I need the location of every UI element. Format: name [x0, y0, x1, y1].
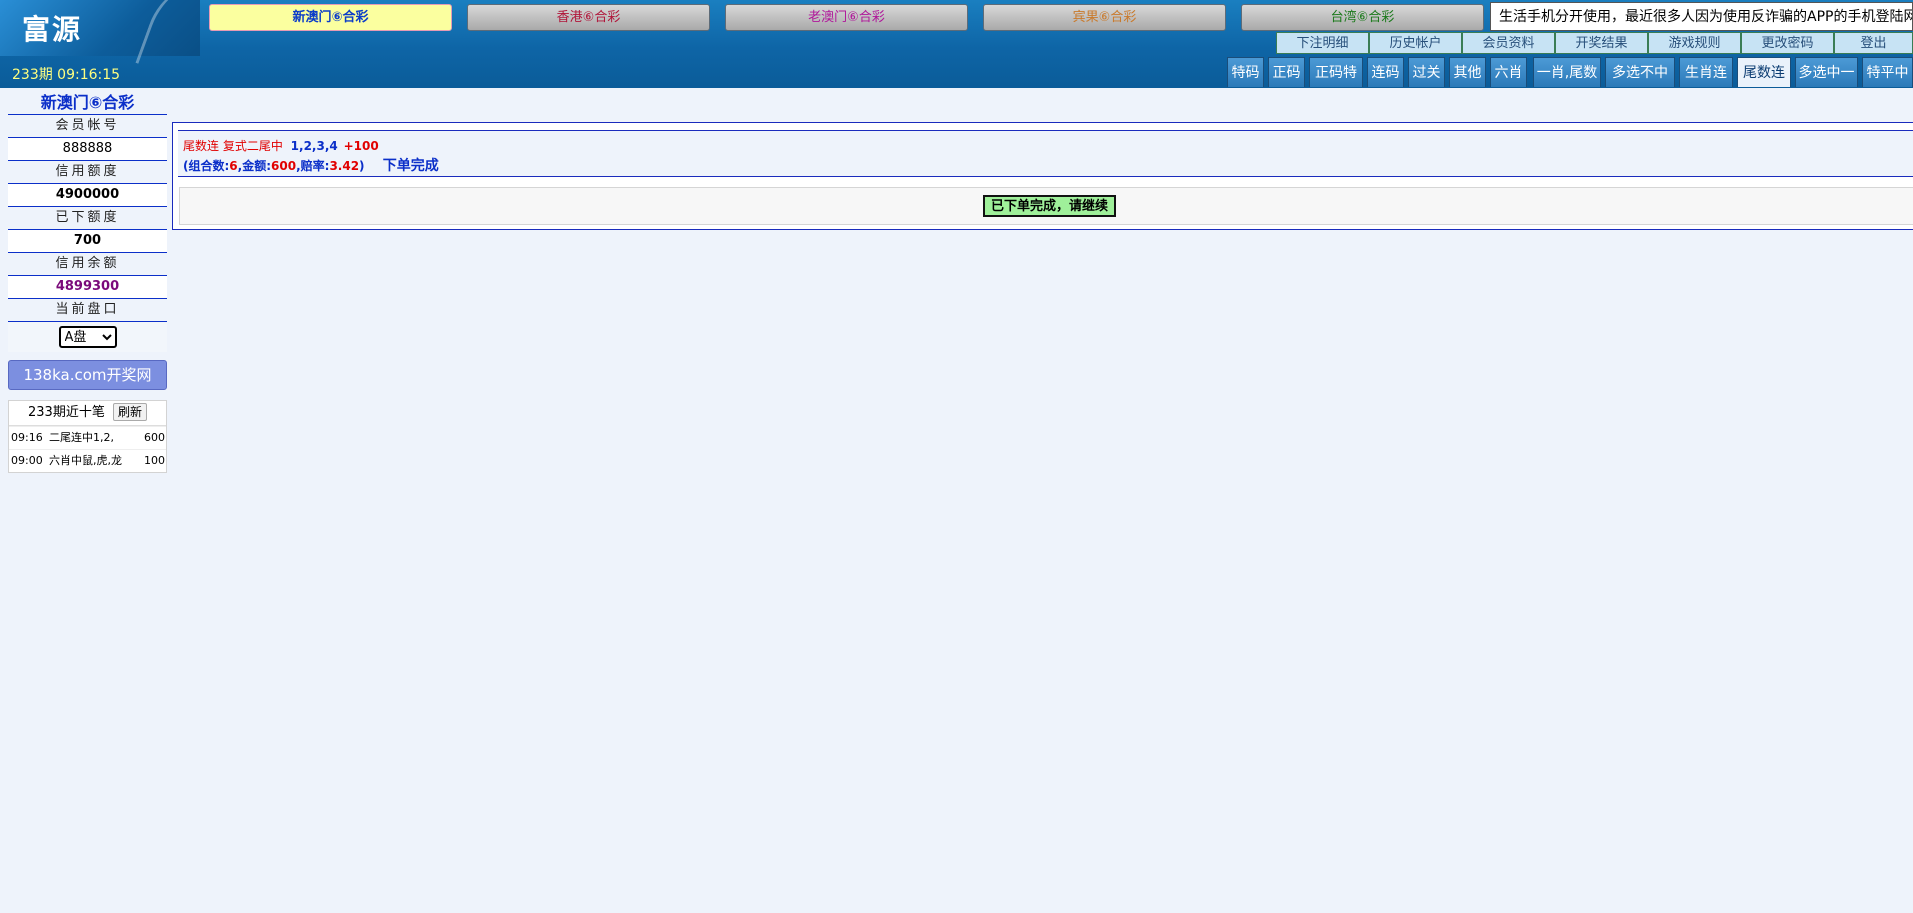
bet-numbers: 1,2,3,4 — [290, 139, 338, 153]
tab-main-code[interactable]: 正码 — [1268, 57, 1305, 87]
balance-label: 信用余额 — [8, 253, 167, 276]
link-change-password[interactable]: 更改密码 — [1741, 32, 1834, 54]
recent-time: 09:00 — [11, 454, 43, 467]
link-member-info[interactable]: 会员资料 — [1462, 32, 1555, 54]
plate-label: 当前盘口 — [8, 299, 167, 322]
recent-bets: 233期近十笔 刷新 09:16 二尾连中1,2, 600 09:00 六肖中鼠… — [8, 400, 167, 473]
bet-amount: +100 — [343, 139, 379, 153]
lottery-tab-hongkong[interactable]: 香港⑥合彩 — [467, 4, 710, 31]
recent-header: 233期近十笔 刷新 — [9, 401, 166, 426]
continue-button[interactable]: 已下单完成，请继续 — [983, 195, 1117, 217]
credit-value: 4900000 — [8, 184, 167, 207]
draw-site-button[interactable]: 138ka.com开奖网 — [8, 360, 167, 390]
balance-value: 4899300 — [8, 276, 167, 299]
refresh-button[interactable]: 刷新 — [112, 403, 147, 421]
money-value: 600 — [271, 159, 297, 173]
recent-time: 09:16 — [11, 431, 43, 444]
logo-area: 富源 — [0, 0, 200, 56]
bet-summary-line: 尾数连 复式二尾中 1,2,3,4 +100 — [183, 137, 379, 154]
combo-value: 6 — [229, 159, 238, 173]
period-time: 233期 09:16:15 — [12, 67, 121, 83]
tab-one-zodiac-tail[interactable]: 一肖,尾数 — [1533, 57, 1601, 87]
tab-parlay[interactable]: 过关 — [1408, 57, 1445, 87]
plate-select[interactable]: A盘 — [58, 326, 117, 348]
tab-zodiac-linked[interactable]: 生肖连 — [1679, 57, 1733, 87]
recent-desc: 六肖中鼠,虎,龙 — [49, 454, 122, 467]
account-value: 888888 — [8, 138, 167, 161]
combo-label: (组合数: — [183, 159, 230, 173]
recent-amount: 600 — [144, 431, 165, 444]
account-label: 会员帐号 — [8, 115, 167, 138]
bet-detail-line: (组合数:6,金额:600,赔率:3.42) 下单完成 — [183, 155, 439, 175]
continue-area: 已下单完成，请继续 — [179, 187, 1913, 225]
tab-tail-linked[interactable]: 尾数连 — [1737, 57, 1791, 87]
placed-label: 已下额度 — [8, 207, 167, 230]
lottery-tab-taiwan[interactable]: 台湾⑥合彩 — [1241, 4, 1484, 31]
link-bet-details[interactable]: 下注明细 — [1276, 32, 1369, 54]
tab-multi-hit-one[interactable]: 多选中一 — [1795, 57, 1858, 87]
tab-other[interactable]: 其他 — [1449, 57, 1486, 87]
recent-title: 233期近十笔 — [28, 405, 105, 420]
recent-amount: 100 — [144, 454, 165, 467]
bet-result: 尾数连 复式二尾中 1,2,3,4 +100 (组合数:6,金额:600,赔率:… — [178, 130, 1913, 177]
bet-type: 尾数连 复式二尾中 — [183, 139, 283, 153]
sidebar: 新澳门⑥合彩 会员帐号 888888 信用额度 4900000 已下额度 700… — [8, 92, 167, 473]
tab-six-zodiac[interactable]: 六肖 — [1490, 57, 1527, 87]
money-label: ,金额: — [237, 159, 272, 173]
list-item: 09:00 六肖中鼠,虎,龙 100 — [9, 449, 166, 472]
tab-linked-code[interactable]: 连码 — [1367, 57, 1404, 87]
plate-row: A盘 — [8, 322, 167, 352]
close-paren: ) — [359, 159, 365, 173]
tab-special-code[interactable]: 特码 — [1227, 57, 1264, 87]
recent-desc: 二尾连中1,2, — [49, 431, 114, 444]
credit-label: 信用额度 — [8, 161, 167, 184]
main-panel: 尾数连 复式二尾中 1,2,3,4 +100 (组合数:6,金额:600,赔率:… — [172, 122, 1913, 230]
order-done-label: 下单完成 — [382, 158, 439, 174]
lottery-tab-new-macau[interactable]: 新澳门⑥合彩 — [209, 4, 452, 31]
odds-label: ,赔率: — [296, 159, 330, 173]
logo: 富源 — [22, 13, 83, 46]
announcement-marquee[interactable]: 生活手机分开使用，最近很多人因为使用反诈骗的APP的手机登陆网 — [1490, 2, 1913, 31]
placed-value: 700 — [8, 230, 167, 253]
list-item: 09:16 二尾连中1,2, 600 — [9, 426, 166, 449]
odds-value: 3.42 — [329, 159, 360, 173]
lottery-tab-bingo[interactable]: 宾果⑥合彩 — [983, 4, 1226, 31]
sidebar-title: 新澳门⑥合彩 — [8, 92, 167, 115]
link-draw-results[interactable]: 开奖结果 — [1555, 32, 1648, 54]
link-logout[interactable]: 登出 — [1834, 32, 1913, 54]
link-game-rules[interactable]: 游戏规则 — [1648, 32, 1741, 54]
link-history-account[interactable]: 历史帐户 — [1369, 32, 1462, 54]
tab-special-flat-hit[interactable]: 特平中 — [1862, 57, 1913, 87]
tab-multi-miss[interactable]: 多选不中 — [1605, 57, 1675, 87]
header: 富源 新澳门⑥合彩 香港⑥合彩 老澳门⑥合彩 宾果⑥合彩 台湾⑥合彩 生活手机分… — [0, 0, 1913, 88]
tab-main-special[interactable]: 正码特 — [1309, 57, 1363, 87]
lottery-tab-old-macau[interactable]: 老澳门⑥合彩 — [725, 4, 968, 31]
